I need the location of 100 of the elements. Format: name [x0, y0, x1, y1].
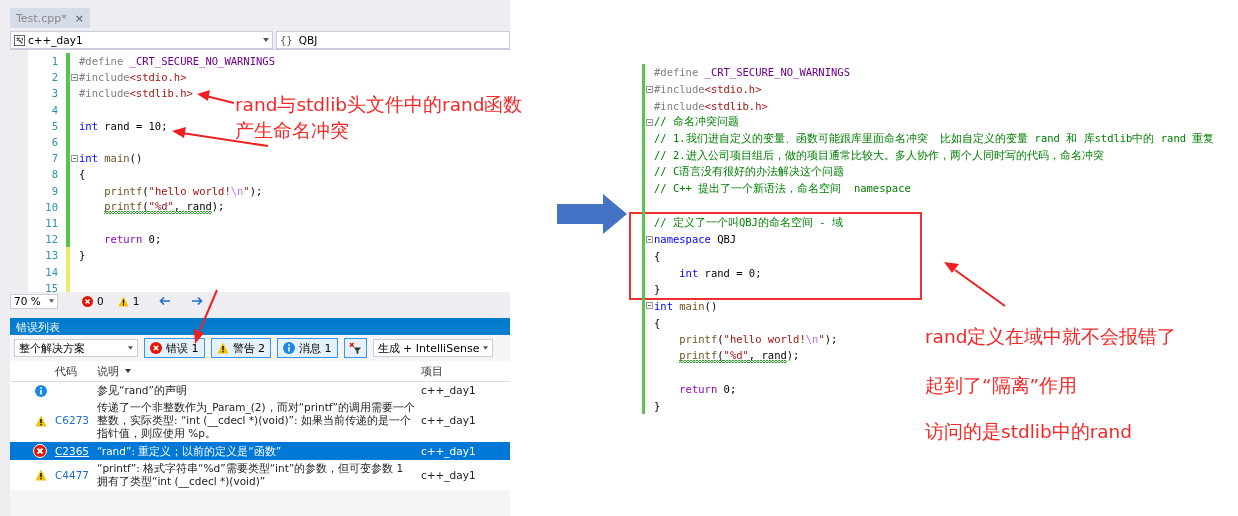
annotation-text: 访问的是stdlib中的rand [925, 420, 1133, 444]
caret-icon [49, 299, 54, 303]
filter-icon [348, 341, 362, 355]
annotation-text: 产生命名冲突 [235, 119, 350, 143]
line-number: 6 [50, 136, 59, 149]
code-line: { [654, 316, 661, 329]
line-number: 10 [44, 200, 59, 213]
info-icon [35, 384, 47, 397]
project-name: c++_day1 [420, 444, 477, 458]
warning-icon [35, 469, 47, 481]
code-line: #define _CRT_SECURE_NO_WARNINGS [654, 66, 850, 79]
code-line: // C++ 提出了一个新语法，命名空间 namespace [654, 182, 911, 197]
code-line: #define _CRT_SECURE_NO_WARNINGS [79, 55, 275, 68]
line-number: 2 [50, 71, 59, 84]
filter-button[interactable]: 消息 1 [277, 338, 338, 358]
warning-count[interactable]: 1 [117, 295, 140, 307]
collapse-icon[interactable] [646, 118, 653, 126]
line-number: 14 [44, 265, 59, 278]
error-description: 传递了一个非整数作为_Param_(2)，而对“printf”的调用需要一个整数，实际类型: “int (__cdecl *)(void)”: 如果当前传递的是一个指针值，则应使用 %p。 [97, 401, 416, 440]
error-icon [150, 342, 162, 354]
code-line: #include<stdlib.h> [654, 99, 768, 112]
line-number: 15 [44, 281, 59, 294]
line-number: 1 [50, 55, 59, 68]
line-number: 9 [50, 184, 59, 197]
pointer-arrow [194, 289, 218, 344]
code-line: int main() [79, 152, 143, 165]
project-name: c++_day1 [420, 468, 477, 482]
back-arrow-icon[interactable] [159, 296, 172, 306]
zoom-dropdown[interactable]: 70 % [10, 293, 58, 309]
column-header[interactable]: 代码 [55, 363, 97, 379]
error-code-link[interactable]: C6273 [55, 414, 90, 426]
sort-caret-icon [125, 369, 131, 373]
project-name: c++_day1 [420, 384, 477, 397]
caret-icon [128, 346, 133, 350]
code-line: int main() [654, 299, 718, 312]
line-number: 8 [50, 168, 59, 181]
warning-icon [35, 414, 47, 427]
line-number: 13 [44, 249, 59, 262]
column-header[interactable]: 说明 [97, 363, 417, 379]
code-line: int rand = 10; [79, 119, 168, 132]
column-header[interactable]: 项目 [417, 363, 510, 379]
error-icon [33, 444, 47, 458]
line-number: 12 [44, 233, 59, 246]
code-line: printf("%d", rand); [104, 199, 225, 214]
code-line: return 0; [104, 233, 162, 246]
code-line: printf("hello world!\n"); [104, 184, 263, 197]
annotation-text: rand定义在域中就不会报错了 [925, 325, 1177, 349]
code-line: // 1.我们进自定义的变量、函数可能跟库里面命名冲突 比如自定义的变量 rand 和 库stdlib中的 rand 重复 [654, 132, 1215, 147]
code-line: { [79, 168, 86, 181]
code-line: } [79, 249, 86, 262]
block-arrow [557, 194, 627, 234]
file-tab[interactable]: Test.cpp* × [10, 8, 90, 28]
annotation-text: 起到了“隔离”作用 [925, 374, 1078, 398]
code-line: } [654, 400, 661, 413]
caret-icon [263, 38, 269, 42]
annotation-text: rand与stdlib头文件中的rand函数 [235, 93, 523, 117]
line-number: 3 [50, 87, 59, 100]
error-row[interactable]: C6273 传递了一个非整数作为_Param_(2)，而对“printf”的调用需要一个整数，实际类型: “int (__cdecl *)(void)”: 如果当前传递的是一个指针值，则应使用 %p。 c++_day1 [10, 399, 510, 442]
line-number: 7 [50, 152, 59, 165]
pointer-arrow [197, 90, 235, 104]
error-description: “rand”: 重定义；以前的定义是“函数” [97, 444, 283, 458]
source-dropdown[interactable]: 生成 + IntelliSense [372, 339, 493, 357]
clear-filter-button[interactable] [343, 338, 367, 358]
scope-dropdown[interactable]: {} QBJ [276, 31, 510, 49]
code-line: // 命名冲突问题 [654, 115, 739, 130]
forward-arrow-icon[interactable] [191, 296, 204, 306]
code-line: } [654, 283, 661, 296]
error-code-link[interactable]: C4477 [55, 468, 90, 481]
error-row[interactable]: C4477 “printf”: 格式字符串“%d”需要类型“int”的参数，但可变参数 1 拥有了类型“int (__cdecl *)(void)” c++_day1 [10, 460, 510, 490]
caret-icon [482, 346, 488, 350]
code-line: { [654, 249, 661, 262]
error-code-link[interactable]: C2365 [55, 444, 90, 457]
code-line: // 2.进入公司项目组后，做的项目通常比较大。多人协作，两个人同时写的代码，命名冲突 [654, 148, 1104, 163]
line-number: 11 [44, 216, 59, 229]
line-number: 4 [50, 103, 59, 116]
collapse-icon[interactable] [71, 154, 78, 162]
collapse-icon[interactable] [646, 85, 653, 93]
error-row[interactable]: 参见“rand”的声明 c++_day1 [10, 382, 510, 399]
error-description: 参见“rand”的声明 [97, 384, 188, 397]
code-line: #include<stdio.h> [654, 83, 762, 96]
collapse-icon[interactable] [71, 73, 78, 81]
project-name: c++_day1 [420, 414, 477, 427]
code-line: #include<stdio.h> [79, 71, 187, 84]
code-line: // C语言没有很好的办法解决这个问题 [654, 165, 845, 180]
collapse-icon[interactable] [646, 235, 653, 243]
scope-dropdown[interactable]: 整个解决方案 [14, 339, 138, 357]
panel-title: 错误列表 [16, 321, 60, 334]
error-row[interactable]: C2365 “rand”: 重定义；以前的定义是“函数” c++_day1 [10, 442, 510, 460]
project-dropdown[interactable]: c++_day1 [10, 31, 273, 49]
code-line: printf("hello world!\n"); [679, 333, 838, 346]
code-line: #include<stdlib.h> [79, 87, 193, 100]
code-line: // 定义了一个叫QBJ的命名空间 - 域 [654, 215, 843, 230]
project-icon [14, 34, 25, 46]
code-line: return 0; [679, 383, 737, 396]
collapse-icon[interactable] [646, 302, 653, 310]
info-icon [283, 342, 295, 354]
filter-button[interactable]: 错误 1 [144, 338, 205, 358]
pointer-arrow [944, 262, 1006, 307]
code-line: printf("%d", rand); [679, 349, 800, 364]
filter-button[interactable]: 警告 2 [210, 338, 271, 358]
